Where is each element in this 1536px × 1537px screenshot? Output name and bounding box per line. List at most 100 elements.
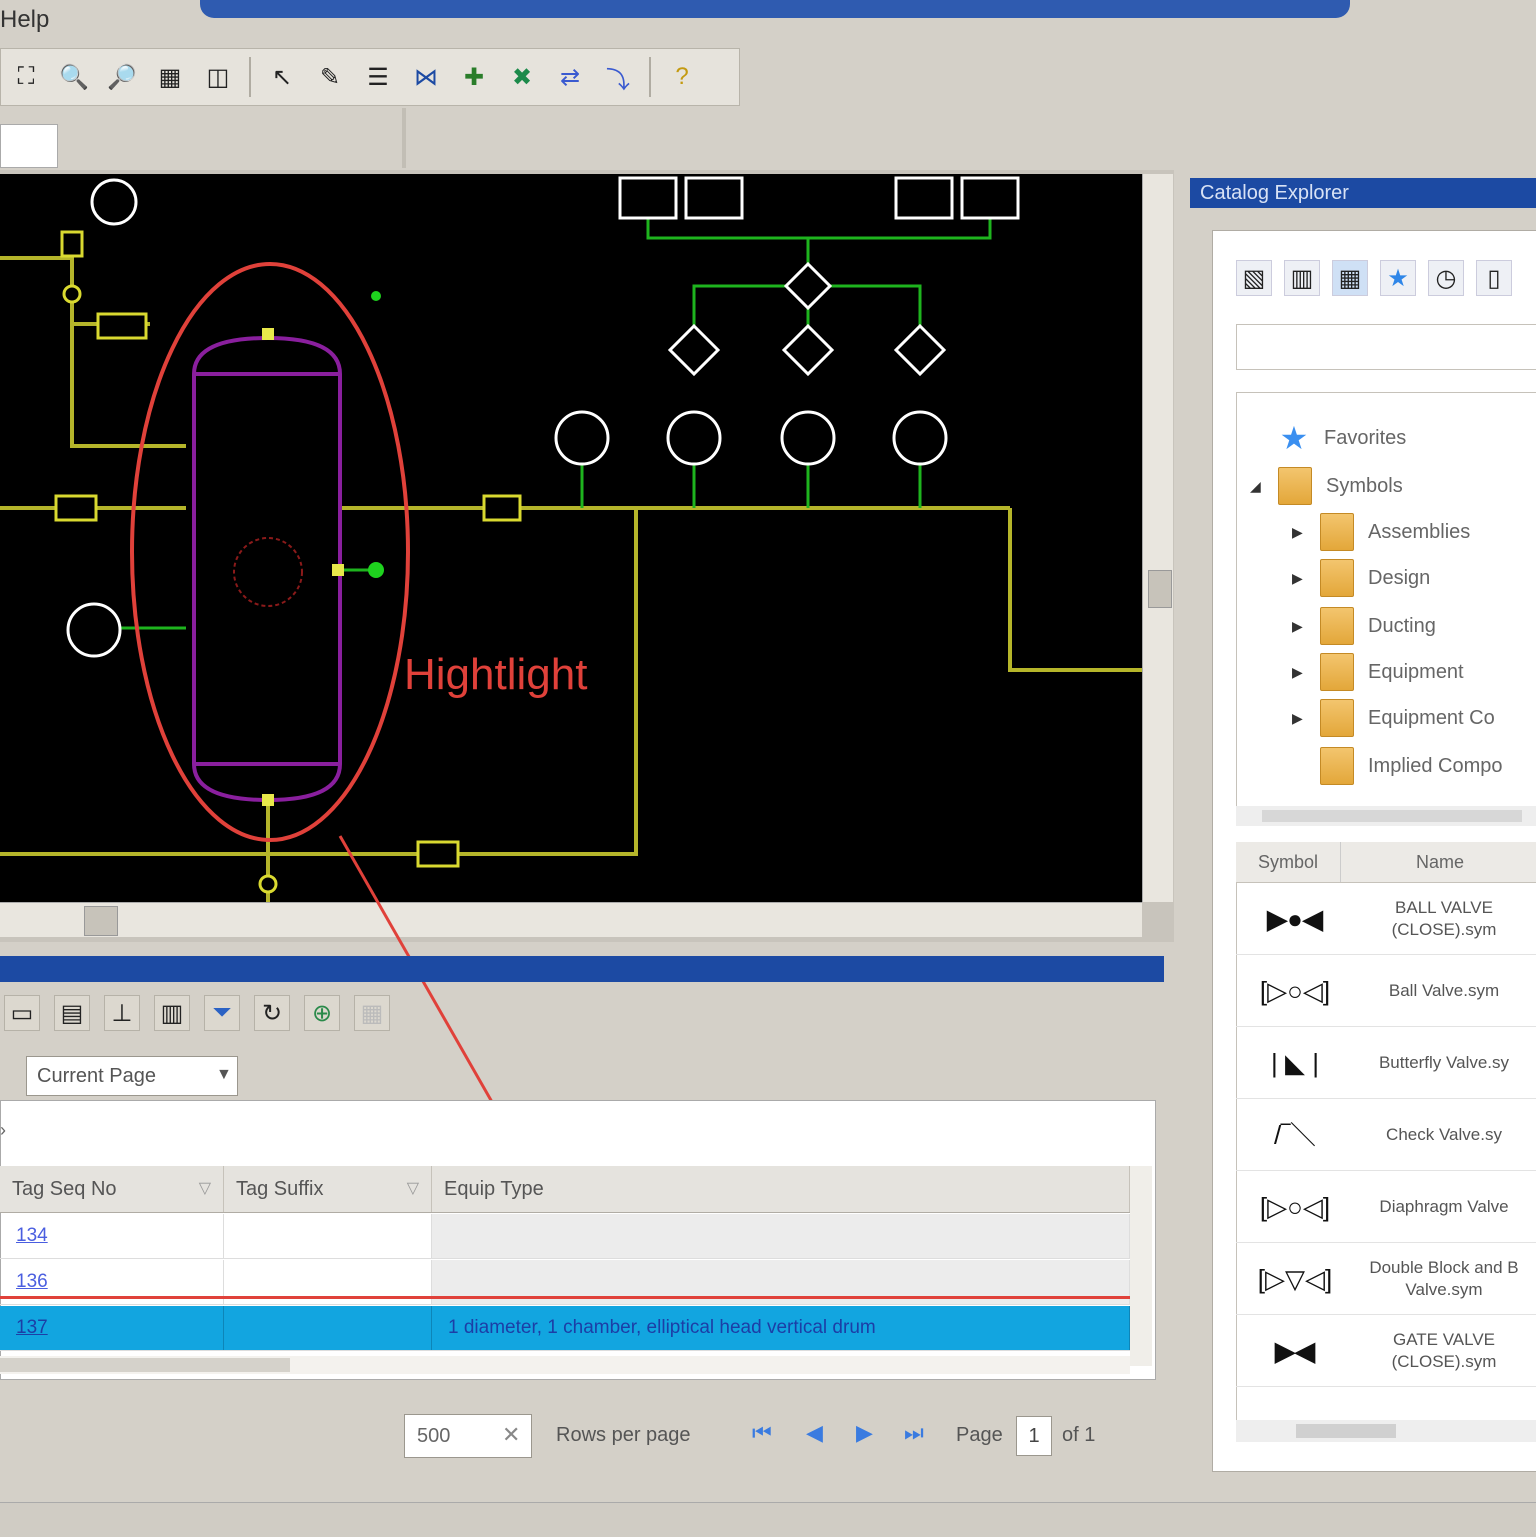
tree-item-label: Assemblies	[1368, 520, 1471, 543]
symbol-name: GATE VALVE (CLOSE).sym	[1391, 1330, 1497, 1371]
canvas-horizontal-scroll-thumb[interactable]	[84, 906, 118, 936]
name-column-header[interactable]: Name	[1340, 842, 1536, 882]
folder-icon	[1320, 559, 1354, 597]
folder-icon	[1320, 653, 1354, 691]
column-header-equip-type[interactable]: Equip Type	[432, 1166, 1130, 1212]
tree-horizontal-scroll-thumb[interactable]	[1262, 810, 1522, 822]
tree-item-favorites[interactable]: ★ Favorites	[1250, 418, 1407, 458]
table-row[interactable]: 134	[0, 1214, 1130, 1259]
window-title-bar	[200, 0, 1350, 18]
collapsed-arrow-icon[interactable]: ▶	[1292, 618, 1306, 635]
catalog-list-icon[interactable]: ▥	[1284, 260, 1320, 296]
tree-view-icon[interactable]: ⊥	[104, 995, 140, 1031]
tree-item-ducting[interactable]: ▶ Ducting	[1292, 606, 1436, 646]
history-icon[interactable]: ◷	[1428, 260, 1464, 296]
tree-item-label: Ducting	[1368, 614, 1436, 637]
tree-item-label: Equipment Co	[1368, 706, 1495, 729]
expanded-arrow-icon[interactable]: ◢	[1250, 478, 1264, 495]
tree-item-design[interactable]: ▶ Design	[1292, 558, 1430, 598]
properties-icon[interactable]: ☰	[361, 60, 395, 94]
last-page-icon[interactable]: ⏭	[904, 1420, 924, 1446]
collapsed-arrow-icon[interactable]: ▶	[1292, 524, 1306, 541]
symbol-horizontal-scroll-thumb[interactable]	[1296, 1424, 1396, 1438]
export-icon[interactable]: ▤	[54, 995, 90, 1031]
connect-icon[interactable]: ✖	[505, 60, 539, 94]
symbol-row[interactable]: [▷▽◁] Double Block and B Valve.sym	[1236, 1244, 1536, 1315]
symbol-row[interactable]: /‾＼ Check Valve.sy	[1236, 1100, 1536, 1171]
symbol-row[interactable]: [▷○◁] Ball Valve.sym	[1236, 956, 1536, 1027]
symbol-name: Butterfly Valve.sy	[1378, 1053, 1510, 1072]
menu-help[interactable]: Help	[0, 6, 49, 34]
collapsed-arrow-icon[interactable]: ▶	[1292, 664, 1306, 681]
vessel-tag	[233, 537, 303, 607]
drawing-canvas[interactable]	[0, 174, 1142, 902]
toolbar-separator	[249, 57, 251, 97]
flow-icon[interactable]: ⤵	[601, 60, 635, 94]
catalog-home-icon[interactable]: ▧	[1236, 260, 1272, 296]
symbol-row[interactable]: [▷○◁] Diaphragm Valve	[1236, 1172, 1536, 1243]
symbol-row[interactable]: ▶●◀ BALL VALVE (CLOSE).sym	[1236, 884, 1536, 955]
tag-suffix-cell[interactable]	[224, 1214, 432, 1258]
zoom-extents-icon[interactable]: ⛶	[9, 60, 43, 94]
first-page-icon[interactable]: ⏮	[752, 1420, 772, 1446]
scope-dropdown[interactable]: Current Page	[26, 1056, 238, 1096]
collapsed-arrow-icon[interactable]: ▶	[1292, 570, 1306, 587]
tree-item-equipment[interactable]: ▶ Equipment	[1292, 652, 1464, 692]
import-icon[interactable]: ▥	[154, 995, 190, 1031]
tree-item-assemblies[interactable]: ▶ Assemblies	[1292, 512, 1470, 552]
chevron-down-icon[interactable]: ▼	[216, 1066, 232, 1084]
filter-icon[interactable]: ⏷	[204, 995, 240, 1031]
column-header-tag-suffix[interactable]: Tag Suffix ▽	[224, 1166, 432, 1212]
toolbar-separator	[649, 57, 651, 97]
filter-row[interactable]: ›	[0, 1120, 6, 1141]
canvas-vertical-scrollbar[interactable]	[1142, 174, 1173, 902]
symbol-name: Diaphragm Valve	[1379, 1197, 1509, 1216]
column-header-tag-seq-no[interactable]: Tag Seq No ▽	[0, 1166, 224, 1212]
catalog-grid-icon[interactable]: ▦	[1332, 260, 1368, 296]
zoom-in-icon[interactable]: 🔍	[57, 60, 91, 94]
zoom-previous-icon[interactable]: ◫	[201, 60, 235, 94]
grid-horizontal-scroll-thumb[interactable]	[0, 1358, 290, 1372]
symbol-name: BALL VALVE (CLOSE).sym	[1391, 898, 1497, 939]
previous-page-icon[interactable]: ◀	[806, 1420, 823, 1446]
tree-item-equipment-components[interactable]: ▶ Equipment Co	[1292, 698, 1495, 738]
insert-valve-icon[interactable]: ⋈	[409, 60, 443, 94]
filter-icon[interactable]: ▽	[407, 1166, 419, 1212]
find-icon[interactable]: ✎	[313, 60, 347, 94]
favorites-star-icon[interactable]: ★	[1380, 260, 1416, 296]
menu-bar: Help	[0, 0, 200, 44]
symbol-column-header[interactable]: Symbol	[1236, 842, 1341, 882]
page-number-input[interactable]: 1	[1016, 1416, 1052, 1456]
canvas-vertical-scroll-thumb[interactable]	[1148, 570, 1172, 608]
catalog-search-input[interactable]	[1236, 324, 1536, 370]
tree-item-implied-components[interactable]: Implied Compo	[1292, 746, 1503, 786]
column-label: Tag Seq No	[12, 1178, 117, 1200]
tree-item-symbols[interactable]: ◢ Symbols	[1250, 466, 1403, 506]
select-icon[interactable]: ↖	[265, 60, 299, 94]
document-icon[interactable]: ▯	[1476, 260, 1512, 296]
equip-type-cell[interactable]	[432, 1214, 1130, 1258]
refresh-icon[interactable]: ↻	[254, 995, 290, 1031]
zoom-out-icon[interactable]: 🔎	[105, 60, 139, 94]
next-page-icon[interactable]: ▶	[856, 1420, 873, 1446]
folder-icon	[1278, 467, 1312, 505]
zoom-to-icon[interactable]: ⊕	[304, 995, 340, 1031]
collapsed-arrow-icon[interactable]: ▶	[1292, 710, 1306, 727]
document-tab[interactable]	[0, 124, 58, 168]
zoom-window-icon[interactable]: ▦	[153, 60, 187, 94]
filter-icon[interactable]: ▽	[199, 1166, 211, 1212]
tag-seq-cell[interactable]: 134	[0, 1214, 224, 1258]
grid-settings-icon[interactable]: ▦	[354, 995, 390, 1031]
grid-vertical-scrollbar[interactable]	[1130, 1166, 1152, 1366]
clear-icon[interactable]: ✕	[502, 1422, 520, 1448]
canvas-horizontal-scrollbar[interactable]	[0, 902, 1142, 937]
symbol-row[interactable]: ▶◀ GATE VALVE (CLOSE).sym	[1236, 1316, 1536, 1387]
table-view-icon[interactable]: ▭	[4, 995, 40, 1031]
swap-icon[interactable]: ⇄	[553, 60, 587, 94]
folder-icon	[1320, 607, 1354, 645]
highlight-annotation: Hightlight	[404, 650, 588, 699]
insert-instrument-icon[interactable]: ✚	[457, 60, 491, 94]
help-icon[interactable]: ?	[665, 60, 699, 94]
symbol-row[interactable]: | ◣ | Butterfly Valve.sy	[1236, 1028, 1536, 1099]
data-manager-title-bar	[0, 956, 1164, 982]
